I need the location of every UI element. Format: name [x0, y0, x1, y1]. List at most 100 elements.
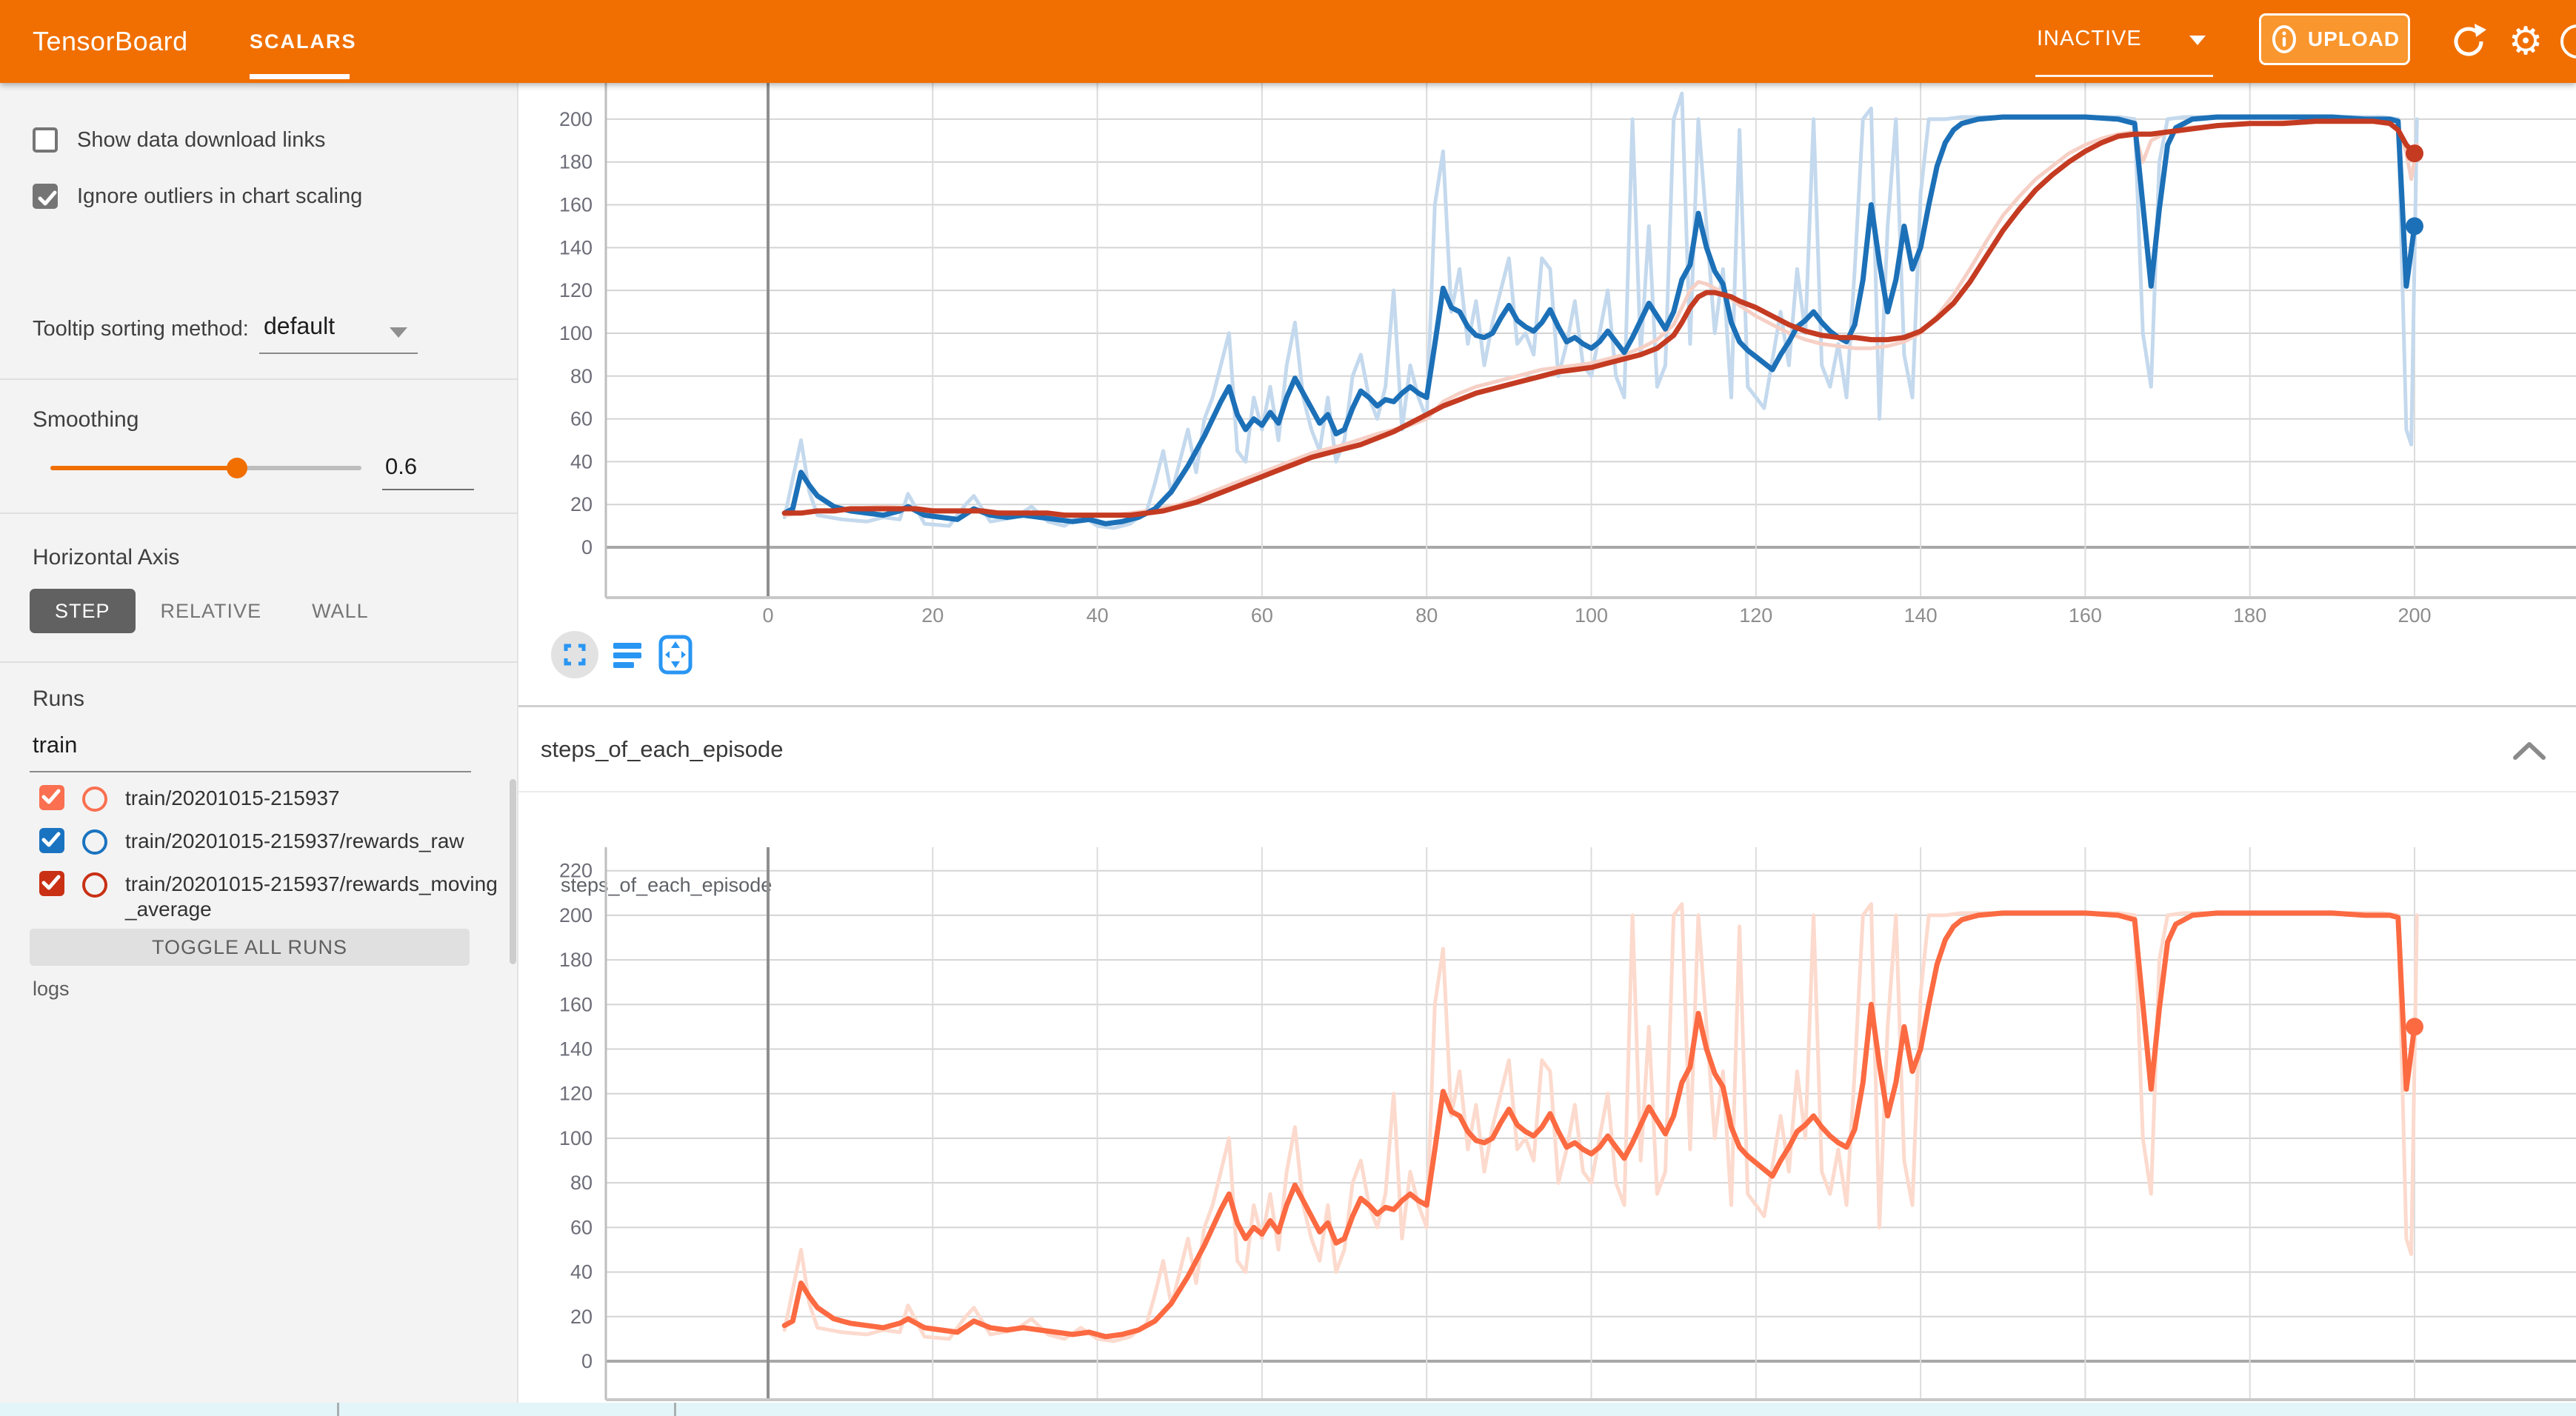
tensorboard-app: TensorBoard SCALARS INACTIVE UPLOAD ⚙: [0, 0, 2576, 1416]
svg-text:20: 20: [570, 1306, 593, 1328]
svg-text:20: 20: [570, 493, 593, 515]
smoothing-label: Smoothing: [33, 407, 139, 433]
run-checkbox-icon[interactable]: [39, 871, 64, 896]
app-header: TensorBoard SCALARS INACTIVE UPLOAD ⚙: [0, 0, 2576, 83]
fit-domain-button[interactable]: [661, 637, 690, 672]
settings-sidebar: Show data download links Ignore outliers…: [0, 83, 518, 1416]
refresh-button[interactable]: [2444, 0, 2493, 83]
strip-tick: [337, 1403, 339, 1416]
svg-text:0: 0: [581, 1350, 593, 1372]
run-color-circle-icon[interactable]: [82, 872, 107, 898]
run-checkbox-icon[interactable]: [39, 785, 64, 810]
input-underline: [30, 771, 471, 772]
upload-button-label: UPLOAD: [2308, 27, 2400, 51]
divider: [0, 512, 518, 514]
divider: [0, 378, 518, 380]
run-color-circle-icon[interactable]: [82, 787, 107, 812]
tab-active-underline: [250, 74, 350, 79]
run-selector-button[interactable]: [613, 643, 641, 668]
status-dropdown-underline: [2035, 75, 2213, 77]
tooltip-sorting-label: Tooltip sorting method:: [33, 317, 249, 341]
expand-chart-button[interactable]: [551, 631, 598, 678]
toggle-all-runs-button[interactable]: TOGGLE ALL RUNS: [30, 929, 470, 966]
axis-option-relative[interactable]: RELATIVE: [136, 589, 287, 633]
checkbox-unchecked-icon[interactable]: [33, 127, 58, 153]
svg-text:80: 80: [570, 365, 593, 387]
svg-text:40: 40: [570, 1261, 593, 1283]
sidebar-scrollbar[interactable]: [510, 779, 516, 964]
run-row[interactable]: train/20201015-215937/rewards_raw: [39, 828, 499, 855]
checkbox-checked-icon[interactable]: [33, 184, 58, 209]
select-underline: [259, 353, 418, 354]
svg-text:0: 0: [581, 536, 593, 558]
gear-icon: ⚙: [2509, 19, 2543, 64]
status-dropdown[interactable]: INACTIVE: [2035, 0, 2213, 83]
runs-label: Runs: [33, 687, 84, 712]
slider-thumb[interactable]: [227, 458, 247, 478]
smoothing-slider[interactable]: [50, 466, 361, 470]
refresh-icon: [2449, 22, 2488, 61]
run-filter-input[interactable]: train: [33, 732, 77, 758]
svg-text:60: 60: [570, 408, 593, 430]
svg-text:200: 200: [2398, 604, 2431, 627]
chevron-down-icon: [390, 327, 407, 338]
svg-text:120: 120: [1739, 604, 1772, 627]
svg-text:140: 140: [559, 236, 593, 258]
svg-text:220: 220: [559, 860, 593, 882]
svg-text:140: 140: [559, 1038, 593, 1061]
svg-text:200: 200: [559, 904, 593, 926]
collapse-chevron-icon[interactable]: [2512, 740, 2546, 761]
run-label: train/20201015-215937/rewards_moving_ave…: [125, 872, 499, 922]
svg-text:180: 180: [559, 949, 593, 971]
svg-text:100: 100: [559, 1127, 593, 1149]
input-underline: [382, 489, 474, 490]
svg-text:0: 0: [762, 604, 773, 627]
upload-button[interactable]: UPLOAD: [2259, 13, 2410, 65]
svg-text:160: 160: [559, 993, 593, 1015]
checkbox-label: Show data download links: [77, 128, 325, 153]
slider-filled-track: [50, 466, 237, 470]
run-row[interactable]: train/20201015-215937: [39, 785, 499, 812]
svg-text:40: 40: [570, 450, 593, 472]
horizontal-axis-toggle: STEP RELATIVE WALL: [30, 589, 394, 633]
svg-text:100: 100: [559, 322, 593, 344]
tooltip-sorting-row: Tooltip sorting method: default: [33, 311, 492, 353]
svg-text:40: 40: [1087, 604, 1109, 627]
svg-text:100: 100: [1575, 604, 1608, 627]
rewards-chart[interactable]: 0204060801001201401601802000204060801001…: [518, 83, 2576, 709]
tooltip-sorting-select[interactable]: default: [264, 313, 335, 340]
svg-text:160: 160: [559, 194, 593, 216]
chevron-down-icon: [2189, 36, 2206, 45]
steps-of-each-episode-chart[interactable]: 020406080100120140160180200220: [518, 844, 2576, 1416]
tab-scalars[interactable]: SCALARS: [250, 0, 350, 79]
svg-text:200: 200: [559, 108, 593, 130]
run-color-circle-icon[interactable]: [82, 829, 107, 855]
svg-text:120: 120: [559, 279, 593, 301]
chart-toolbar: [548, 628, 741, 681]
show-download-links-row[interactable]: Show data download links: [33, 121, 325, 158]
svg-text:180: 180: [559, 151, 593, 173]
dashboard-main: 0204060801001201401601802000204060801001…: [518, 83, 2576, 1416]
svg-text:180: 180: [2233, 604, 2266, 627]
ignore-outliers-row[interactable]: Ignore outliers in chart scaling: [33, 178, 362, 215]
svg-text:20: 20: [921, 604, 944, 627]
app-title: TensorBoard: [33, 0, 188, 83]
axis-option-step[interactable]: STEP: [30, 589, 136, 633]
section-title: steps_of_each_episode: [541, 707, 783, 791]
smoothing-value-input[interactable]: 0.6: [385, 453, 417, 480]
info-icon: [2269, 24, 2299, 54]
svg-text:120: 120: [559, 1083, 593, 1105]
run-label: train/20201015-215937: [125, 786, 499, 811]
section-header-steps-of-each-episode[interactable]: steps_of_each_episode: [518, 705, 2576, 792]
run-row[interactable]: train/20201015-215937/rewards_moving_ave…: [39, 871, 499, 922]
svg-text:60: 60: [1251, 604, 1273, 627]
run-checkbox-icon[interactable]: [39, 828, 64, 853]
svg-text:140: 140: [1904, 604, 1938, 627]
axis-option-wall[interactable]: WALL: [287, 589, 394, 633]
logs-label: logs: [33, 978, 70, 1001]
strip-tick: [674, 1403, 676, 1416]
svg-text:60: 60: [570, 1216, 593, 1238]
settings-button[interactable]: ⚙: [2503, 0, 2548, 83]
status-dropdown-value: INACTIVE: [2037, 0, 2142, 77]
help-button[interactable]: [2555, 0, 2576, 83]
